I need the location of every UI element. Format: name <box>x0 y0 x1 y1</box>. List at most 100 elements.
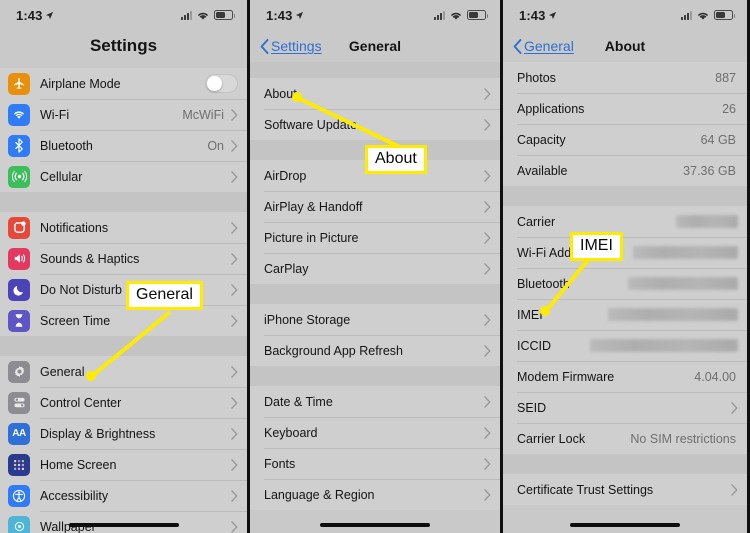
list-item-language-region[interactable]: Language & Region <box>250 479 500 510</box>
group-separator <box>0 192 247 212</box>
sidebar-item-control-center[interactable]: Control Center <box>0 387 247 418</box>
redacted-value <box>633 246 738 259</box>
cellular-antenna-icon <box>8 165 30 188</box>
list-item-bluetooth: Bluetooth <box>503 268 747 299</box>
list-item-keyboard[interactable]: Keyboard <box>250 417 500 448</box>
airplane-mode-toggle[interactable] <box>205 74 238 93</box>
home-indicator <box>320 523 430 527</box>
three-panel-screenshot: 1:43 Settings Airplane Mode Wi-Fi McWiFi… <box>0 0 750 533</box>
sidebar-item-screen-time[interactable]: Screen Time <box>0 305 247 336</box>
list-item-background-app-refresh[interactable]: Background App Refresh <box>250 335 500 366</box>
list-item-label: Modem Firmware <box>517 369 615 384</box>
back-button[interactable]: General <box>513 38 574 54</box>
list-top-gap <box>250 62 500 78</box>
sidebar-item-wifi[interactable]: Wi-Fi McWiFi <box>0 99 247 130</box>
sidebar-item-label: Cellular <box>40 169 83 184</box>
chevron-right-icon <box>484 231 491 244</box>
sidebar-item-sounds-haptics[interactable]: Sounds & Haptics <box>0 243 247 274</box>
sidebar-item-general[interactable]: General <box>0 356 247 387</box>
chevron-right-icon <box>231 396 238 409</box>
list-item-modem-firmware: Modem Firmware 4.04.00 <box>503 361 747 392</box>
status-bar: 1:43 <box>250 0 500 30</box>
list-item-label: Capacity <box>517 132 566 147</box>
status-bar: 1:43 <box>0 0 247 30</box>
nav-bar: Settings General <box>250 30 500 62</box>
callout-imei: IMEI <box>570 232 623 262</box>
sidebar-item-value: McWiFi <box>182 107 224 122</box>
callout-about: About <box>365 145 427 175</box>
list-item-fonts[interactable]: Fonts <box>250 448 500 479</box>
list-item-label: Date & Time <box>264 394 333 409</box>
sidebar-item-notifications[interactable]: Notifications <box>0 212 247 243</box>
sidebar-item-bluetooth[interactable]: Bluetooth On <box>0 130 247 161</box>
about-list[interactable]: Photos 887 Applications 26 Capacity 64 G… <box>503 62 747 533</box>
general-list[interactable]: About Software Update AirDrop AirPlay & … <box>250 62 500 533</box>
chevron-right-icon <box>731 483 738 496</box>
group-separator <box>503 454 747 474</box>
list-item-label: Background App Refresh <box>264 343 403 358</box>
list-item-software-update[interactable]: Software Update <box>250 109 500 140</box>
list-item-label: Carrier Lock <box>517 431 586 446</box>
list-item-airplay-handoff[interactable]: AirPlay & Handoff <box>250 191 500 222</box>
back-button[interactable]: Settings <box>260 38 322 54</box>
list-item-carrier-lock: Carrier Lock No SIM restrictions <box>503 423 747 454</box>
status-bar-time: 1:43 <box>519 7 546 23</box>
list-item-iccid: ICCID <box>503 330 747 361</box>
list-item-label: Language & Region <box>264 487 375 502</box>
airplane-icon <box>8 72 30 95</box>
list-item-about[interactable]: About <box>250 78 500 109</box>
list-item-available: Available 37.36 GB <box>503 155 747 186</box>
wifi-icon <box>8 103 30 126</box>
list-item-certificate-trust-settings[interactable]: Certificate Trust Settings <box>503 474 747 505</box>
callout-general: General <box>126 281 203 311</box>
list-item-value: 887 <box>715 70 736 85</box>
list-item-label: Software Update <box>264 117 358 132</box>
group-separator <box>250 284 500 304</box>
list-item-label: Photos <box>517 70 556 85</box>
redacted-value <box>628 277 738 290</box>
sidebar-item-display-brightness[interactable]: AA Display & Brightness <box>0 418 247 449</box>
location-arrow-icon <box>46 11 54 19</box>
chevron-right-icon <box>484 313 491 326</box>
list-item-label: Available <box>517 163 568 178</box>
notifications-icon <box>8 216 30 239</box>
chevron-right-icon <box>231 108 238 121</box>
list-item-date-time[interactable]: Date & Time <box>250 386 500 417</box>
list-item-seid[interactable]: SEID <box>503 392 747 423</box>
status-bar-time: 1:43 <box>266 7 293 23</box>
list-item-label: CarPlay <box>264 261 309 276</box>
list-item-label: Applications <box>517 101 585 116</box>
list-item-label: SEID <box>517 400 547 415</box>
sidebar-item-value: On <box>207 138 224 153</box>
sounds-haptics-icon <box>8 247 30 270</box>
status-bar-time-group: 1:43 <box>16 8 54 23</box>
group-separator <box>503 186 747 206</box>
iphone-settings-panel: 1:43 Settings Airplane Mode Wi-Fi McWiFi… <box>0 0 250 533</box>
list-item-picture-in-picture[interactable]: Picture in Picture <box>250 222 500 253</box>
about-group-identifiers: Carrier Wi-Fi Address Bluetooth IMEI ICC… <box>503 206 747 454</box>
chevron-right-icon <box>484 488 491 501</box>
chevron-right-icon <box>231 520 238 533</box>
settings-group-system: General Control Center AA Display & Brig… <box>0 356 247 533</box>
sidebar-item-do-not-disturb[interactable]: Do Not Disturb <box>0 274 247 305</box>
sidebar-item-home-screen[interactable]: Home Screen <box>0 449 247 480</box>
chevron-right-icon <box>484 395 491 408</box>
sidebar-item-label: Accessibility <box>40 488 109 503</box>
sidebar-item-airplane-mode[interactable]: Airplane Mode <box>0 68 247 99</box>
status-bar-indicators <box>434 10 488 21</box>
sidebar-item-label: Airplane Mode <box>40 76 121 91</box>
settings-group-connectivity: Airplane Mode Wi-Fi McWiFi Bluetooth On … <box>0 68 247 192</box>
cellular-bars-icon <box>181 10 192 20</box>
list-item-wifi-address: Wi-Fi Address <box>503 237 747 268</box>
sidebar-item-accessibility[interactable]: Accessibility <box>0 480 247 511</box>
settings-list[interactable]: Airplane Mode Wi-Fi McWiFi Bluetooth On … <box>0 68 247 533</box>
display-brightness-icon: AA <box>8 422 30 445</box>
sidebar-item-wallpaper[interactable]: Wallpaper <box>0 511 247 533</box>
list-item-photos: Photos 887 <box>503 62 747 93</box>
back-button-label: General <box>524 38 574 54</box>
sidebar-item-cellular[interactable]: Cellular <box>0 161 247 192</box>
chevron-right-icon <box>231 314 238 327</box>
list-item-iphone-storage[interactable]: iPhone Storage <box>250 304 500 335</box>
home-indicator <box>570 523 680 527</box>
list-item-carplay[interactable]: CarPlay <box>250 253 500 284</box>
